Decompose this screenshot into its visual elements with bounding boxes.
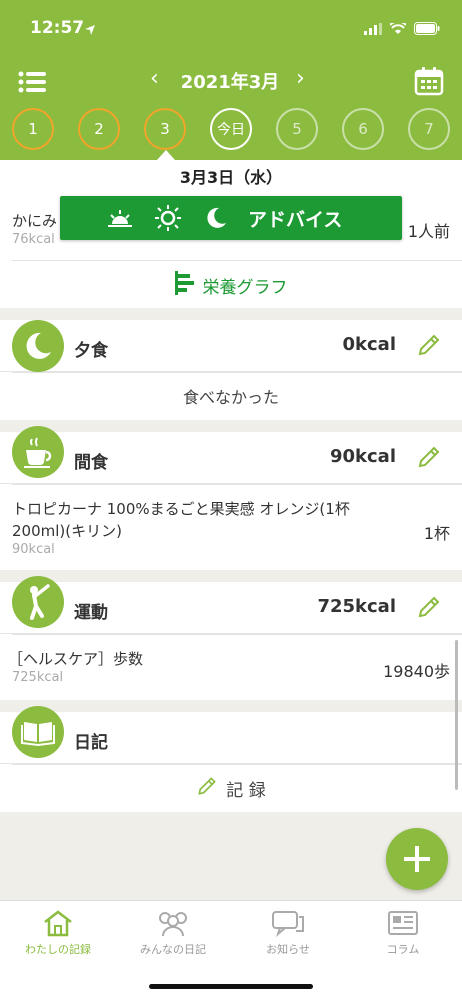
signal-icon	[364, 20, 382, 39]
tab-label: お知らせ	[266, 943, 310, 956]
divider	[12, 634, 462, 635]
home-indicator	[149, 984, 313, 989]
tab-notifications[interactable]: お知らせ	[238, 909, 338, 957]
month-title: 2021年3月	[180, 72, 280, 93]
edit-pencil-icon[interactable]	[416, 594, 442, 620]
selected-day-indicator	[157, 150, 175, 160]
snack-item-name-line1: トロピカーナ 100%まるごと果実感 オレンジ(1杯	[12, 500, 350, 518]
tab-everyone-diary[interactable]: みんなの日記	[123, 909, 223, 957]
plus-icon	[386, 846, 448, 894]
dinner-moon-icon	[12, 320, 64, 372]
nutrition-graph-button[interactable]: 栄養グラフ	[0, 262, 462, 308]
selected-date-label: 3月3日（水）	[0, 160, 462, 196]
lunch-item-kcal: 76kcal	[12, 232, 55, 247]
dinner-kcal: 0kcal	[342, 334, 396, 355]
snack-item-row[interactable]: トロピカーナ 100%まるごと果実感 オレンジ(1杯 200ml)(キリン) 9…	[0, 486, 462, 570]
stretching-person-icon	[12, 576, 64, 628]
pencil-icon	[196, 775, 218, 801]
snack-card: 間食 90kcal トロピカーナ 100%まるごと果実感 オレンジ(1杯 200…	[0, 426, 462, 570]
bar-graph-icon	[174, 271, 195, 299]
dinner-note: 食べなかった	[182, 388, 279, 407]
exercise-item-kcal: 725kcal	[12, 670, 64, 685]
lunch-item-qty: 1人前	[407, 222, 450, 241]
dinner-header[interactable]: 夕食 0kcal	[0, 320, 462, 372]
exercise-header[interactable]: 運動 725kcal	[0, 576, 462, 634]
snack-header[interactable]: 間食 90kcal	[0, 426, 462, 484]
divider	[12, 372, 462, 373]
snack-title: 間食	[74, 453, 108, 473]
diary-title: 日記	[74, 733, 108, 753]
divider	[12, 484, 462, 485]
exercise-title: 運動	[74, 603, 108, 623]
week-day-selector: 1 2 3 今日 5 6 7	[0, 108, 462, 152]
dinner-card: 夕食 0kcal 食べなかった	[0, 320, 462, 420]
exercise-item-qty: 19840歩	[383, 662, 450, 681]
next-month-button[interactable]: ›	[296, 66, 305, 91]
day-7-button[interactable]: 7	[408, 108, 450, 150]
snack-item-qty: 1杯	[423, 524, 450, 543]
status-bar: 12:57	[0, 18, 462, 42]
add-record-button[interactable]	[386, 828, 448, 890]
snack-kcal: 90kcal	[329, 446, 396, 467]
day-1-button[interactable]: 1	[12, 108, 54, 150]
location-arrow-icon	[84, 21, 96, 40]
scrollbar[interactable]	[455, 640, 458, 790]
advice-button[interactable]: アドバイス	[60, 196, 402, 240]
sunrise-icon	[106, 204, 134, 232]
people-icon	[123, 909, 223, 937]
exercise-item-name: ［ヘルスケア］歩数	[8, 650, 144, 668]
tab-my-records[interactable]: わたしの記録	[8, 909, 108, 957]
open-book-icon	[12, 706, 64, 758]
menu-icon[interactable]	[18, 70, 48, 96]
dinner-title: 夕食	[74, 341, 108, 361]
day-2-button[interactable]: 2	[78, 108, 120, 150]
moon-icon	[202, 204, 230, 232]
lunch-item-name: かにみ	[12, 212, 58, 230]
prev-month-button[interactable]: ‹	[150, 66, 159, 91]
diary-record-button[interactable]: 記 録	[0, 768, 462, 808]
home-icon	[8, 909, 108, 937]
calendar-icon[interactable]	[414, 66, 444, 96]
tab-label: コラム	[386, 943, 420, 956]
day-5-button[interactable]: 5	[276, 108, 318, 150]
chat-icon	[238, 909, 338, 937]
exercise-kcal: 725kcal	[317, 596, 396, 617]
day-6-button[interactable]: 6	[342, 108, 384, 150]
wifi-icon	[389, 20, 407, 39]
diary-record-label: 記 録	[226, 780, 266, 801]
newspaper-icon	[353, 909, 453, 937]
status-time: 12:57	[30, 18, 85, 38]
snack-item-name-line2: 200ml)(キリン)	[12, 522, 122, 540]
nutrition-graph-label: 栄養グラフ	[202, 277, 288, 298]
exercise-item-row[interactable]: ［ヘルスケア］歩数 725kcal 19840歩	[0, 636, 462, 700]
exercise-card: 運動 725kcal ［ヘルスケア］歩数 725kcal 19840歩	[0, 576, 462, 700]
diary-header[interactable]: 日記	[0, 706, 462, 764]
tab-column[interactable]: コラム	[353, 909, 453, 957]
divider	[12, 764, 462, 765]
edit-pencil-icon[interactable]	[416, 332, 442, 358]
day-today-button[interactable]: 今日	[210, 108, 252, 150]
battery-icon	[414, 20, 440, 39]
edit-pencil-icon[interactable]	[416, 444, 442, 470]
coffee-cup-icon	[12, 426, 64, 478]
app-header: 12:57 ‹ 2021年3月 › 1 2 3 今日 5 6 7	[0, 0, 462, 160]
advice-label: アドバイス	[248, 208, 343, 231]
month-nav: ‹ 2021年3月 ›	[0, 64, 462, 102]
tab-label: みんなの日記	[140, 943, 206, 956]
snack-item-kcal: 90kcal	[12, 542, 55, 557]
day-3-button[interactable]: 3	[144, 108, 186, 150]
divider	[12, 260, 462, 261]
sun-icon	[154, 204, 182, 232]
diary-card: 日記 記 録	[0, 706, 462, 812]
tab-label: わたしの記録	[25, 943, 91, 956]
